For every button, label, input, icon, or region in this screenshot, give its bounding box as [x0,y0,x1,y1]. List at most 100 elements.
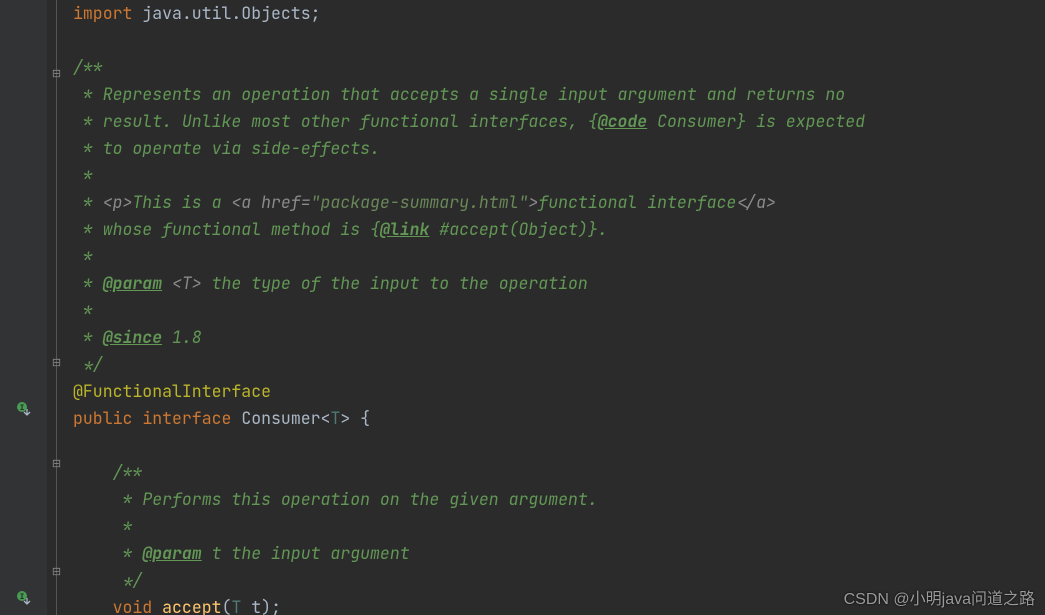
doc-text: functional interface [538,191,736,213]
html-attr-value: "package-summary.html" [311,191,529,213]
javadoc-line: * [73,162,1045,189]
fold-end-icon[interactable]: ⊟ [51,567,62,578]
annotation-line: @FunctionalInterface [73,378,1045,405]
type-consumer: Consumer [241,407,320,429]
javadoc-line: * [73,513,1045,540]
fold-end-icon[interactable]: ⊟ [51,358,62,369]
keyword-import: import [73,2,132,24]
svg-text:I: I [20,593,25,602]
code-line: import java.util.Objects; [73,0,1045,27]
doc-star: * [73,245,93,267]
javadoc-open: /** [73,54,1045,81]
annotation-functionalinterface: @FunctionalInterface [73,380,271,402]
javadoc-line: * [73,297,1045,324]
angle-close: > [340,407,350,429]
doc-text: /** [113,461,143,483]
doc-star: * [73,110,103,132]
doc-star: * [113,515,133,537]
doc-star: * [73,272,103,294]
doc-star: * [73,191,103,213]
import-path: java.util.Objects [132,2,310,24]
paren-close: ) [261,596,271,615]
doc-param-type: <T> [162,272,212,294]
doc-text: }. [588,218,608,240]
html-tag-a-end: </a> [736,191,776,213]
gutter: I I [0,0,47,615]
implemented-icon[interactable]: I [16,590,32,606]
fold-toggle-icon[interactable]: ⊟ [51,69,62,80]
doc-text: Represents an operation that accepts a s… [103,83,846,105]
doc-text: Consumer} is expected [647,110,865,132]
indent [73,596,113,615]
doc-text: whose functional method is { [103,218,380,240]
blank-line [73,432,1045,459]
javadoc-line: * result. Unlike most other functional i… [73,108,1045,135]
doc-star: * [113,542,143,564]
doc-star: * [73,326,103,348]
doc-text: /** [73,56,103,78]
javadoc-line: * @param <T> the type of the input to th… [73,270,1045,297]
doc-text: */ [113,569,143,591]
paren-open: ( [222,596,232,615]
doc-tag-code: @code [598,110,648,132]
keyword-void: void [113,596,153,615]
method-accept: accept [162,596,221,615]
doc-star: * [73,299,93,321]
javadoc-line: * Performs this operation on the given a… [73,486,1045,513]
doc-star: * [73,164,93,186]
code-editor: I I ⊟ ⊟ ⊟ ⊟ import java.util.Objects; /*… [0,0,1045,615]
javadoc-line: * @since 1.8 [73,324,1045,351]
class-declaration: public interface Consumer<T> { [73,405,1045,432]
fold-column: ⊟ ⊟ ⊟ ⊟ [47,0,73,615]
angle-open: < [321,407,331,429]
doc-text: result. Unlike most other functional int… [103,110,598,132]
doc-tag-since: @since [103,326,162,348]
javadoc-line: * @param t the input argument [73,540,1045,567]
javadoc-open: /** [73,459,1045,486]
doc-text: the input argument [231,542,409,564]
indent [73,461,113,483]
semicolon: ; [311,2,321,24]
doc-text: to operate via side-effects. [103,137,380,159]
html-tag-p: <p> [103,191,133,213]
watermark: CSDN @小明java问道之路 [844,585,1035,609]
doc-text: 1.8 [162,326,202,348]
doc-text: the type of the input to the operation [212,272,588,294]
javadoc-line: * [73,243,1045,270]
doc-text: */ [73,353,103,375]
javadoc-line: * <p>This is a <a href="package-summary.… [73,189,1045,216]
html-attr-href: href= [261,191,311,213]
doc-star: * [73,137,103,159]
blank-line [73,27,1045,54]
doc-param-name: t [202,542,232,564]
type-param-t: T [231,596,241,615]
code-area[interactable]: import java.util.Objects; /** * Represen… [73,0,1045,615]
doc-tag-param: @param [103,272,162,294]
type-param-t: T [330,407,340,429]
indent [73,569,113,591]
indent [73,488,113,510]
svg-text:I: I [20,404,25,413]
fold-toggle-icon[interactable]: ⊟ [51,459,62,470]
brace-open: { [350,407,370,429]
doc-star: * [73,218,103,240]
keyword-public: public [73,407,132,429]
indent [73,515,113,537]
doc-link-target: #accept(Object) [429,218,587,240]
doc-star: * [73,83,103,105]
javadoc-line: * Represents an operation that accepts a… [73,81,1045,108]
javadoc-line: * to operate via side-effects. [73,135,1045,162]
param-t: t [241,596,261,615]
doc-star: * [113,488,143,510]
doc-tag-param: @param [142,542,201,564]
implemented-icon[interactable]: I [16,401,32,417]
javadoc-close: */ [73,351,1045,378]
indent [73,542,113,564]
doc-text: Performs this operation on the given arg… [142,488,597,510]
semicolon: ; [271,596,281,615]
html-tag-a-open: <a [231,191,261,213]
keyword-interface: interface [142,407,231,429]
doc-tag-link: @link [380,218,430,240]
javadoc-line: * whose functional method is {@link #acc… [73,216,1045,243]
doc-text: This is a [132,191,231,213]
